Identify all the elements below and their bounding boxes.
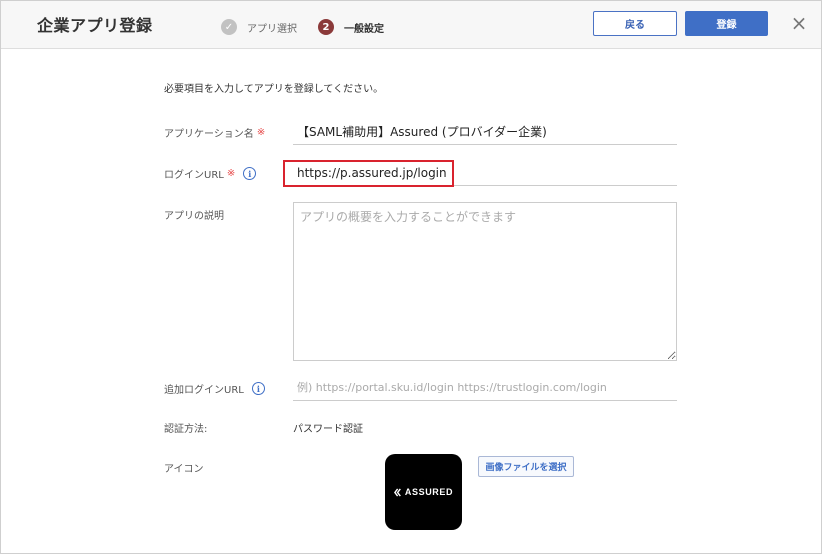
login-url-label-text: ログインURL (164, 170, 224, 181)
description-label-text: アプリの説明 (164, 211, 224, 222)
check-icon: ✓ (221, 19, 237, 35)
login-url-field (283, 160, 677, 187)
auth-method-label: 認証方法: (164, 420, 207, 435)
register-button[interactable]: 登録 (685, 11, 768, 36)
logo-text: ASSURED (404, 487, 454, 497)
required-mark: ※ (226, 168, 236, 179)
description-textarea[interactable] (293, 202, 677, 361)
app-name-label-text: アプリケーション名 (164, 129, 254, 140)
description-label: アプリの説明 (164, 207, 224, 222)
back-button[interactable]: 戻る (593, 11, 677, 36)
auth-method-label-text: 認証方法: (164, 424, 208, 435)
auth-method-value: パスワード認証 (293, 424, 363, 435)
dialog-title: 企業アプリ登録 (37, 16, 153, 35)
select-image-button[interactable]: 画像ファイルを選択 (478, 456, 574, 477)
info-icon[interactable]: i (243, 167, 257, 180)
icon-label: アイコン (164, 460, 204, 475)
logo-chevron-icon (393, 487, 401, 497)
step-general-settings: 2 一般設定 (318, 19, 384, 35)
assured-logo: ASSURED (393, 487, 454, 497)
dialog: 企業アプリ登録 ✓ アプリ選択 2 一般設定 戻る 登録 × 必要項目を入力して… (0, 0, 822, 554)
login-url-input[interactable] (293, 160, 677, 186)
icon-label-text: アイコン (164, 464, 204, 475)
step-label: 一般設定 (344, 23, 384, 35)
app-icon-preview: ASSURED (385, 454, 462, 530)
step-label: アプリ選択 (247, 23, 297, 35)
close-icon[interactable]: × (785, 9, 813, 37)
info-icon[interactable]: i (251, 382, 265, 395)
app-name-input[interactable] (293, 119, 677, 145)
step-app-select: ✓ アプリ選択 (221, 19, 297, 35)
form-intro: 必要項目を入力してアプリを登録してください。 (164, 84, 384, 95)
dialog-header: 企業アプリ登録 ✓ アプリ選択 2 一般設定 戻る 登録 × (1, 1, 821, 49)
additional-url-label: 追加ログインURL i (164, 381, 265, 396)
required-mark: ※ (256, 127, 266, 138)
additional-url-input[interactable] (293, 375, 677, 401)
login-url-label: ログインURL ※ i (164, 166, 257, 181)
additional-url-label-text: 追加ログインURL (164, 385, 244, 396)
step-number: 2 (318, 19, 334, 35)
app-name-label: アプリケーション名 ※ (164, 125, 265, 140)
